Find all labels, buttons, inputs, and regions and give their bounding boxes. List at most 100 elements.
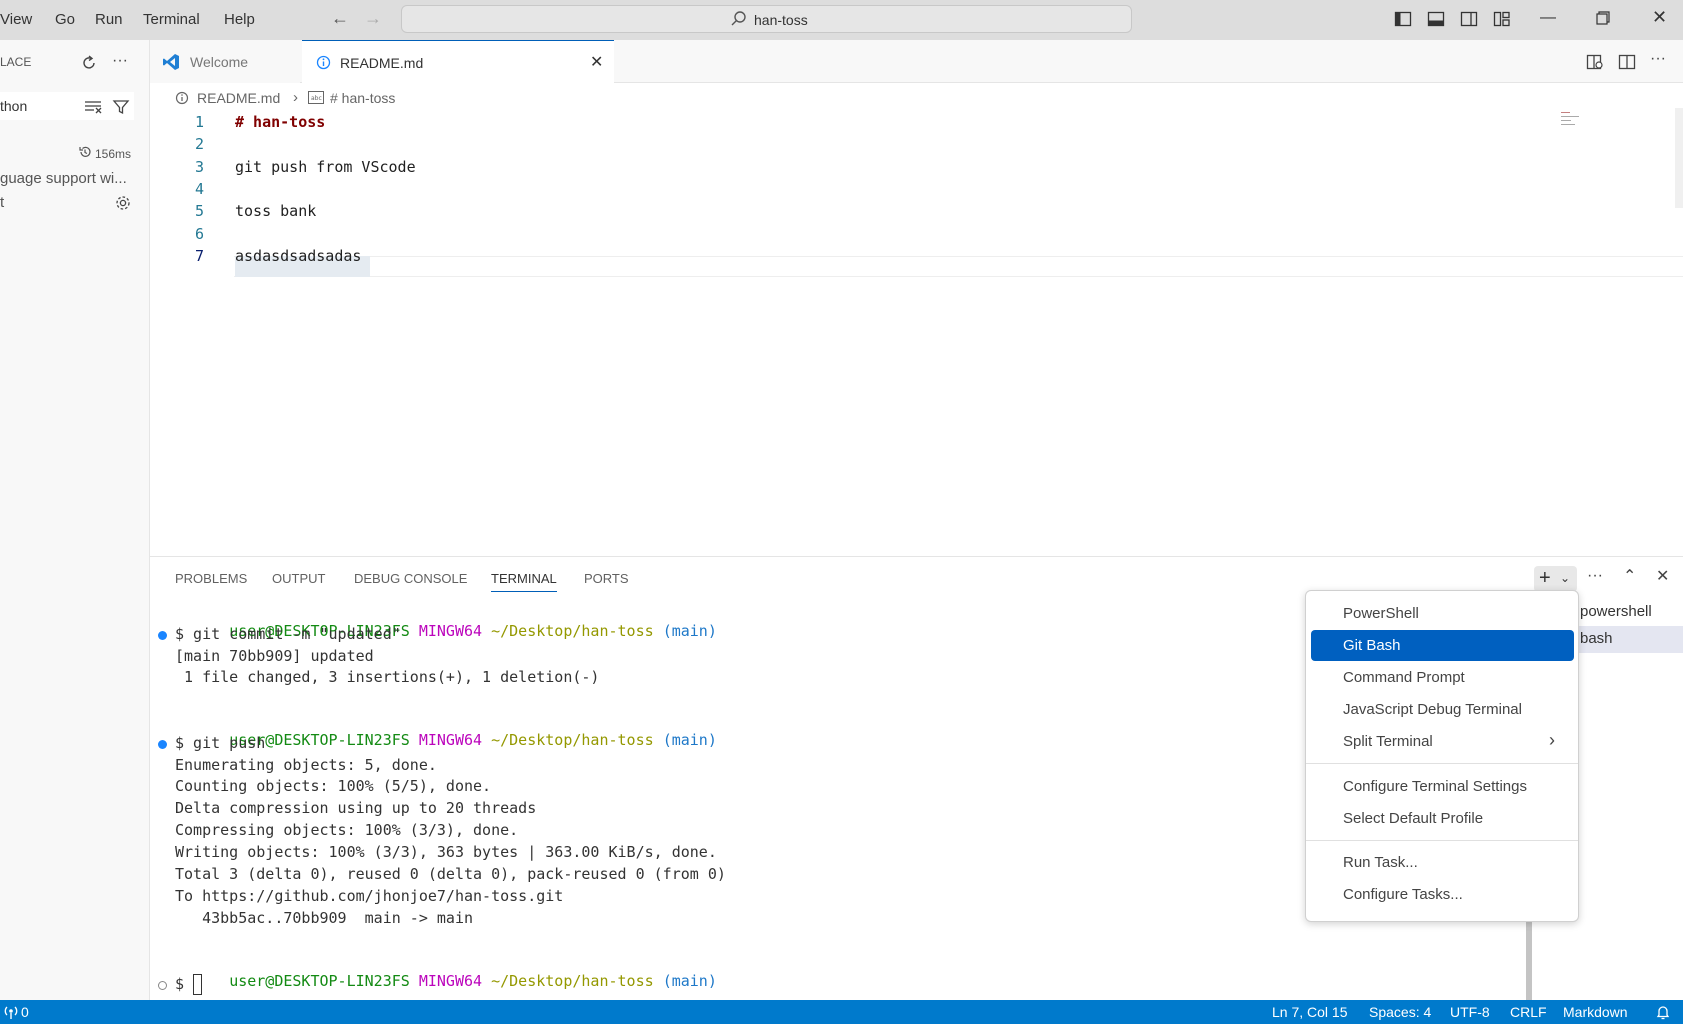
restore-icon[interactable] <box>1595 10 1611 26</box>
terminal-output: 43bb5ac..70bb909 main -> main <box>175 909 474 927</box>
editor[interactable]: 1 2 3 4 5 6 7 # han-toss git push from V… <box>150 108 1683 556</box>
language-mode[interactable]: Markdown <box>1563 1004 1628 1020</box>
tab-readme-label: README.md <box>340 55 424 71</box>
terminal-output: Compressing objects: 100% (3/3), done. <box>175 821 519 839</box>
terminal-cursor <box>193 974 202 995</box>
panel-more-icon[interactable]: ··· <box>1587 567 1603 585</box>
command-success-dot[interactable] <box>158 631 167 640</box>
activation-time: 156ms <box>95 147 132 161</box>
customize-layout-icon[interactable] <box>1493 10 1511 28</box>
editor-scrollbar[interactable] <box>1675 108 1683 208</box>
extension-search-value: thon <box>0 98 28 114</box>
new-terminal-button[interactable]: + ⌄ <box>1534 566 1577 592</box>
line-number: 6 <box>194 225 204 243</box>
editor-tabs: Welcome README.md ✕ ··· <box>150 40 1683 83</box>
menu-item-powershell[interactable]: PowerShell <box>1311 598 1574 629</box>
arrow-left-icon[interactable]: ← <box>331 8 349 29</box>
encoding[interactable]: UTF-8 <box>1450 1004 1490 1020</box>
tab-welcome[interactable]: Welcome <box>150 40 300 83</box>
line-number: 5 <box>194 202 204 220</box>
terminal-command: $ <box>175 975 194 993</box>
tab-problems[interactable]: PROBLEMS <box>175 571 247 586</box>
filter-icon[interactable] <box>112 98 130 116</box>
current-line-highlight <box>234 256 1683 277</box>
tab-ports[interactable]: PORTS <box>584 571 629 586</box>
tab-readme[interactable]: README.md ✕ <box>302 40 614 83</box>
toggle-secondary-sidebar-icon[interactable] <box>1460 10 1478 28</box>
maximize-panel-icon[interactable]: ⌃ <box>1623 566 1636 586</box>
new-terminal-dropdown: PowerShell Git Bash Command Prompt JavaS… <box>1305 590 1579 922</box>
close-panel-icon[interactable]: ✕ <box>1656 566 1669 586</box>
terminal-command: $ git push <box>175 734 266 752</box>
chevron-right-icon: › <box>1549 730 1555 750</box>
menu-item-git-bash[interactable]: Git Bash <box>1311 630 1574 661</box>
terminal-output: Counting objects: 100% (5/5), done. <box>175 777 492 795</box>
extension-description: guage support wi... <box>0 170 127 187</box>
menu-item-js-debug-terminal[interactable]: JavaScript Debug Terminal <box>1311 694 1574 725</box>
end-of-line[interactable]: CRLF <box>1510 1004 1547 1020</box>
close-icon[interactable]: ✕ <box>1652 7 1667 28</box>
editor-more-icon[interactable]: ··· <box>1650 50 1666 68</box>
arrow-right-icon[interactable]: → <box>364 8 382 29</box>
terminal-list-item-powershell[interactable]: powershell <box>1579 599 1683 626</box>
title-bar: View Go Run Terminal Help ← → han-toss —… <box>0 0 1683 40</box>
command-center[interactable]: han-toss <box>401 5 1132 33</box>
status-bar: 0 Ln 7, Col 15 Spaces: 4 UTF-8 CRLF Mark… <box>0 1000 1683 1024</box>
menu-view[interactable]: View <box>0 11 32 28</box>
menu-separator <box>1306 840 1578 841</box>
command-pending-dot[interactable] <box>158 981 167 990</box>
indentation[interactable]: Spaces: 4 <box>1369 1004 1431 1020</box>
line-number: 4 <box>194 180 204 198</box>
refresh-icon[interactable] <box>80 54 98 72</box>
code-line: # han-toss <box>235 113 326 131</box>
history-icon <box>79 146 91 157</box>
menu-item-run-task[interactable]: Run Task... <box>1311 847 1574 878</box>
menu-run[interactable]: Run <box>95 11 123 28</box>
terminal-output: Writing objects: 100% (3/3), 363 bytes |… <box>175 843 717 861</box>
gear-icon[interactable] <box>114 194 132 212</box>
info-icon <box>175 91 189 105</box>
terminal-output: Delta compression using up to 20 threads <box>175 799 537 817</box>
ports-count[interactable]: 0 <box>21 1004 29 1020</box>
menu-help[interactable]: Help <box>224 11 255 28</box>
open-preview-icon[interactable] <box>1586 53 1604 71</box>
toggle-sidebar-icon[interactable] <box>1394 10 1412 28</box>
chevron-right-icon: › <box>293 89 298 106</box>
bell-icon[interactable] <box>1655 1004 1671 1020</box>
more-actions-icon[interactable]: ··· <box>112 52 128 70</box>
command-success-dot[interactable] <box>158 740 167 749</box>
terminal-output: Total 3 (delta 0), reused 0 (delta 0), p… <box>175 865 726 883</box>
code-line: git push from VScode <box>235 158 416 176</box>
terminal-output: 1 file changed, 3 insertions(+), 1 delet… <box>175 668 600 686</box>
clear-filter-icon[interactable] <box>84 99 102 115</box>
breadcrumb-symbol[interactable]: # han-toss <box>330 90 395 106</box>
tab-output[interactable]: OUTPUT <box>272 571 325 586</box>
minimize-icon[interactable]: — <box>1540 9 1556 27</box>
toggle-panel-icon[interactable] <box>1427 10 1445 28</box>
menu-go[interactable]: Go <box>55 11 75 28</box>
menu-item-split-terminal[interactable]: Split Terminal › <box>1311 726 1574 757</box>
chevron-down-icon[interactable]: ⌄ <box>1560 571 1570 585</box>
tab-terminal[interactable]: TERMINAL <box>491 571 557 592</box>
menu-item-configure-tasks[interactable]: Configure Tasks... <box>1311 879 1574 910</box>
menu-terminal[interactable]: Terminal <box>143 11 200 28</box>
symbol-string-icon: abc <box>308 91 324 104</box>
cursor-position[interactable]: Ln 7, Col 15 <box>1272 1004 1348 1020</box>
breadcrumb-file[interactable]: README.md <box>197 90 280 106</box>
tab-debug-console[interactable]: DEBUG CONSOLE <box>354 571 467 586</box>
plus-icon: + <box>1539 567 1551 589</box>
menu-item-configure-terminal-settings[interactable]: Configure Terminal Settings <box>1311 771 1574 802</box>
terminal-list-item-bash[interactable]: bash <box>1579 626 1683 653</box>
broadcast-icon[interactable] <box>3 1004 19 1020</box>
sidebar: LACE ··· thon 156ms guage support wi... … <box>0 40 150 1000</box>
menu-item-select-default-profile[interactable]: Select Default Profile <box>1311 803 1574 834</box>
info-icon <box>316 55 331 70</box>
code-line: asdasdsadsadas <box>235 247 362 265</box>
vscode-logo-icon <box>163 54 179 70</box>
close-tab-icon[interactable]: ✕ <box>590 52 603 72</box>
menu-item-command-prompt[interactable]: Command Prompt <box>1311 662 1574 693</box>
terminal-output: To https://github.com/jhonjoe7/han-toss.… <box>175 887 564 905</box>
minimap[interactable] <box>1561 111 1581 125</box>
split-editor-icon[interactable] <box>1618 53 1636 71</box>
line-number: 2 <box>194 135 204 153</box>
